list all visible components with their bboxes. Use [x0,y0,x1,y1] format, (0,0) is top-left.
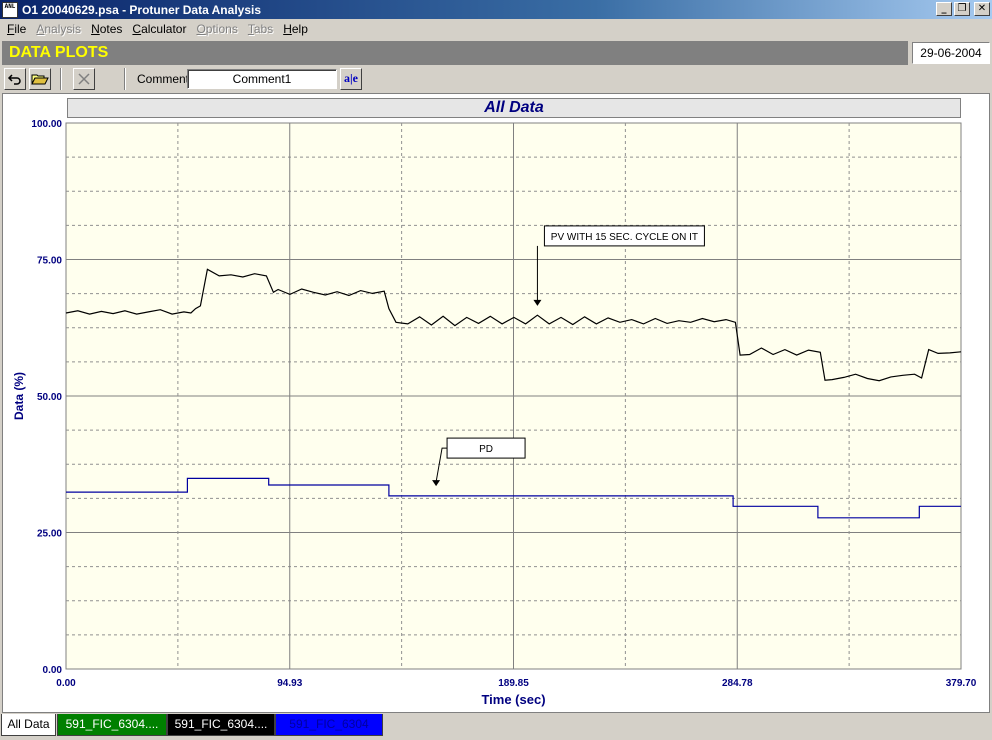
y-tick-label: 50.00 [37,392,62,403]
app-icon: ANL [2,1,18,18]
tab-series-2[interactable]: 591_FIC_6304.... [167,714,275,736]
tab-series-3[interactable]: 591_FIC_6304 [275,714,383,736]
plot-panel: All Data 0.00 25.00 50.00 75.00 100.00 0.00 94… [2,93,990,713]
toolbar-separator [60,68,62,90]
section-header: DATA PLOTS [2,41,908,65]
menu-help[interactable]: Help [278,22,313,36]
chart[interactable]: 0.00 25.00 50.00 75.00 100.00 0.00 94.93 189.85… [3,94,989,712]
tab-all-data[interactable]: All Data [1,714,56,736]
menu-file[interactable]: File [2,22,31,36]
y-tick-label: 0.00 [43,665,63,676]
y-tick-label: 100.00 [31,119,62,130]
menu-options[interactable]: Options [191,22,242,36]
restore-button[interactable]: ❐ [954,2,970,16]
menu-bar: File Analysis Notes Calculator Options T… [0,19,992,38]
section-title: DATA PLOTS [9,44,109,61]
undo-button[interactable] [4,68,26,90]
folder-open-icon [31,74,49,85]
delete-x-icon [78,73,90,85]
undo-icon [7,74,21,85]
y-tick-label: 25.00 [37,529,62,540]
menu-notes[interactable]: Notes [86,22,127,36]
x-tick-label: 189.85 [498,678,529,689]
toolbar-separator [124,68,126,90]
title-bar: ANL O1 20040629.psa - Protuner Data Anal… [0,0,992,19]
comment-input[interactable] [187,69,337,89]
tab-series-1[interactable]: 591_FIC_6304.... [57,714,167,736]
x-axis-label: Time (sec) [481,692,545,707]
spell-check-button[interactable]: a|e [340,68,362,90]
open-button[interactable] [29,68,51,90]
menu-tabs[interactable]: Tabs [243,22,278,36]
comment-label: Comment [137,72,190,86]
x-tick-label: 94.93 [277,678,302,689]
delete-button[interactable] [73,68,95,90]
menu-calculator[interactable]: Calculator [127,22,191,36]
toolbar: Comment a|e [0,66,992,92]
minimize-button[interactable]: _ [936,2,952,16]
y-axis-label: Data (%) [12,372,26,420]
annotation-label: PD [479,444,493,455]
x-tick-label: 0.00 [56,678,76,689]
window-title: O1 20040629.psa - Protuner Data Analysis [22,2,262,17]
y-tick-label: 75.00 [37,256,62,267]
tab-strip: All Data 591_FIC_6304.... 591_FIC_6304..… [0,714,992,740]
annotation-label: PV WITH 15 SEC. CYCLE ON IT [551,232,698,243]
menu-analysis[interactable]: Analysis [31,22,86,36]
window-controls: _ ❐ ✕ [936,2,990,16]
date-display: 29-06-2004 [912,42,990,64]
close-button[interactable]: ✕ [974,2,990,16]
x-tick-label: 284.78 [722,678,753,689]
x-tick-label: 379.70 [946,678,977,689]
